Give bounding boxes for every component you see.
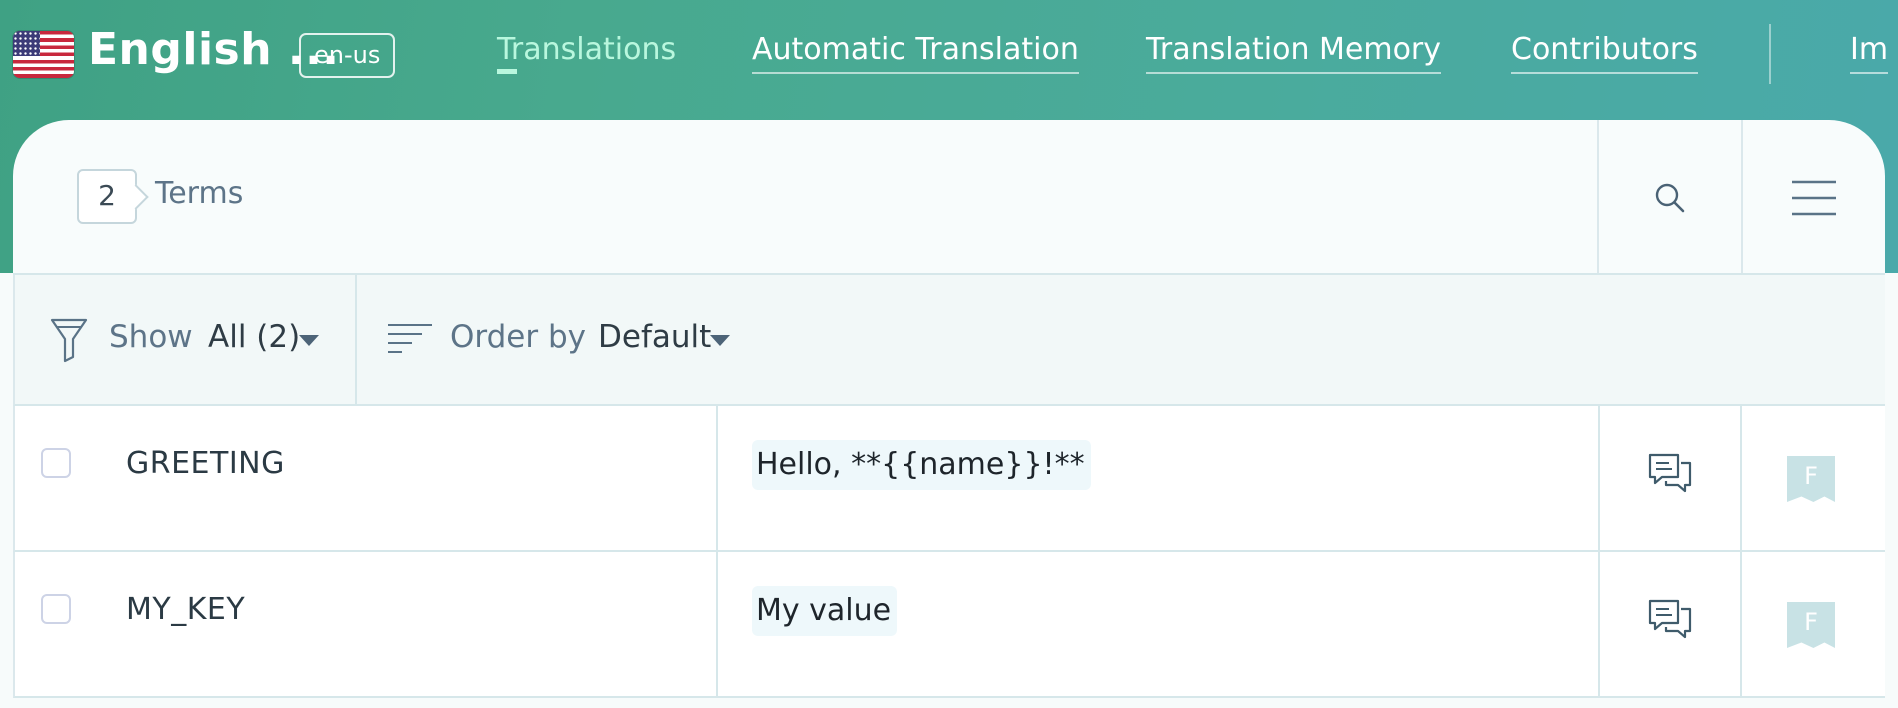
- tab-translations[interactable]: Translations: [497, 30, 676, 74]
- toolbar-divider: [355, 275, 357, 406]
- terms-label: Terms: [155, 176, 244, 211]
- cell-divider: [1598, 552, 1600, 698]
- filter-chevron-down-icon[interactable]: [299, 335, 319, 346]
- search-button[interactable]: [1599, 120, 1741, 273]
- comments-icon[interactable]: [1647, 452, 1693, 500]
- terms-header: 2 Terms: [13, 120, 1885, 275]
- cell-divider: [1598, 406, 1600, 552]
- cell-divider: [716, 552, 718, 698]
- menu-button[interactable]: [1743, 120, 1885, 273]
- table-row: MY_KEY My value F: [13, 552, 1885, 698]
- table-row: GREETING Hello, **{{name}}!** F: [13, 406, 1885, 552]
- cell-divider: [1740, 552, 1742, 698]
- tab-automatic-translation[interactable]: Automatic Translation: [752, 30, 1079, 74]
- term-key[interactable]: MY_KEY: [126, 592, 245, 627]
- search-icon: [1655, 183, 1685, 212]
- language-code-badge: en-us: [299, 33, 396, 78]
- term-key[interactable]: GREETING: [126, 446, 285, 481]
- tab-contributors[interactable]: Contributors: [1511, 30, 1698, 74]
- cell-divider: [1740, 406, 1742, 552]
- filter-icon: [50, 318, 88, 363]
- us-flag-icon: [13, 31, 74, 78]
- order-by-label: Order by: [450, 319, 586, 355]
- nav-divider: [1769, 24, 1771, 84]
- filter-dropdown[interactable]: All (2): [208, 319, 300, 355]
- filter-toolbar: Show All (2) Order by Default: [13, 275, 1885, 406]
- comments-icon[interactable]: [1647, 598, 1693, 646]
- tab-translation-memory[interactable]: Translation Memory: [1146, 30, 1442, 74]
- terms-count-badge: 2: [77, 169, 137, 224]
- terms-table: GREETING Hello, **{{name}}!** F MY_KEY M…: [13, 406, 1885, 698]
- flag-badge-icon[interactable]: F: [1787, 602, 1835, 648]
- cell-divider: [716, 406, 718, 552]
- row-checkbox[interactable]: [41, 448, 71, 478]
- translation-value[interactable]: Hello, **{{name}}!**: [752, 440, 1091, 490]
- tab-overflow[interactable]: Im: [1850, 30, 1889, 74]
- order-chevron-down-icon[interactable]: [710, 335, 730, 346]
- sort-icon: [388, 324, 432, 353]
- translation-value[interactable]: My value: [752, 586, 898, 636]
- filter-label: Show: [109, 319, 193, 355]
- row-checkbox[interactable]: [41, 594, 71, 624]
- order-by-dropdown[interactable]: Default: [598, 319, 711, 355]
- language-bar: English ... en-us Translations Automatic…: [0, 0, 1898, 110]
- hamburger-menu-icon: [1792, 180, 1836, 215]
- flag-badge-icon[interactable]: F: [1787, 456, 1835, 502]
